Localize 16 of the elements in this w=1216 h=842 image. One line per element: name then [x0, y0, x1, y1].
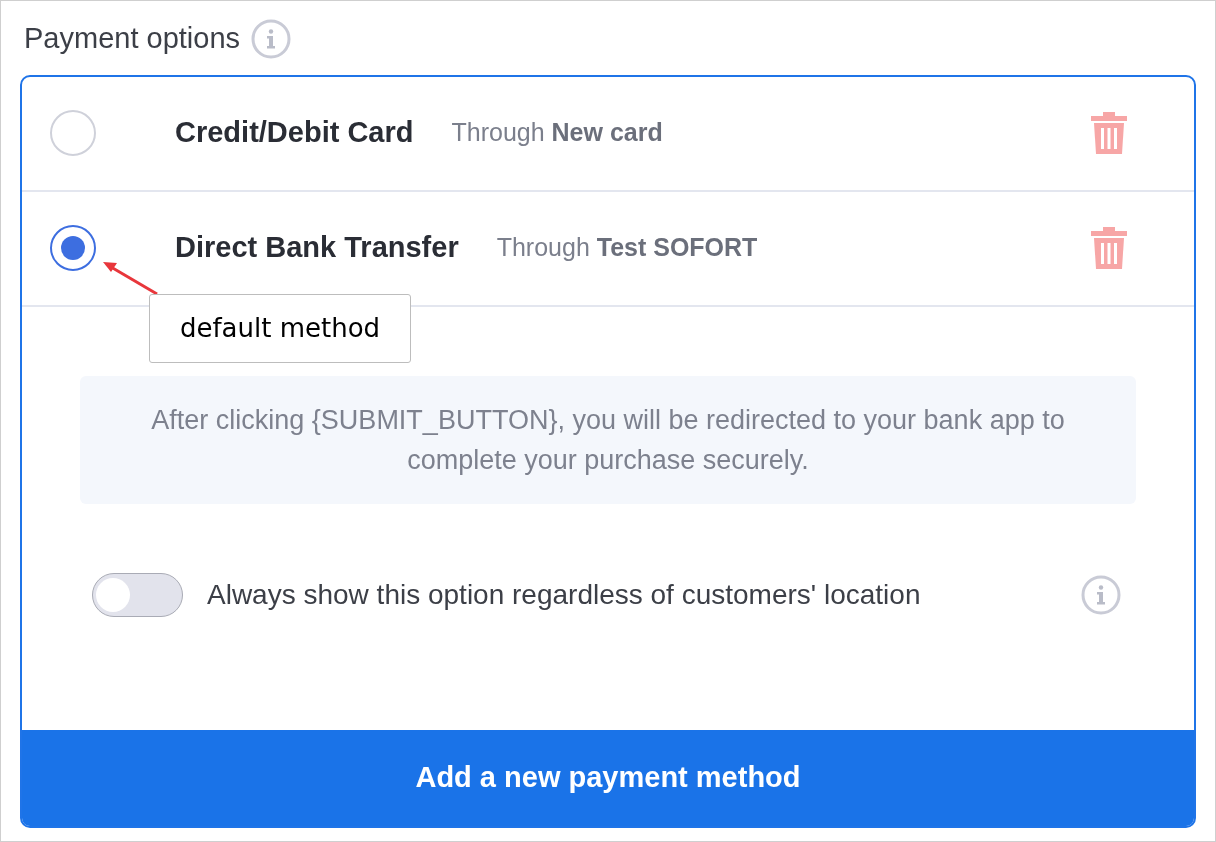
add-payment-method-button[interactable]: Add a new payment method [22, 729, 1194, 826]
section-title: Payment options [24, 21, 240, 56]
radio-button[interactable] [50, 225, 96, 271]
method-name: Direct Bank Transfer [175, 230, 459, 266]
method-name: Credit/Debit Card [175, 115, 414, 151]
toggle-label: Always show this option regardless of customers' location [207, 577, 922, 612]
method-provider: Through Test SOFORT [496, 232, 758, 264]
method-provider: Through New card [451, 117, 663, 149]
trash-icon[interactable] [1090, 225, 1128, 271]
trash-icon[interactable] [1090, 110, 1128, 156]
annotation-callout: default method [149, 294, 411, 363]
info-icon[interactable] [1080, 573, 1122, 616]
info-icon[interactable] [250, 17, 292, 60]
payment-method-row[interactable]: Credit/Debit Card Through New card [22, 76, 1194, 192]
notice-text: After clicking {SUBMIT_BUTTON}, you will be redirected to your bank app to complete your purchase securely. [80, 375, 1136, 504]
toggle-switch[interactable] [92, 572, 183, 617]
